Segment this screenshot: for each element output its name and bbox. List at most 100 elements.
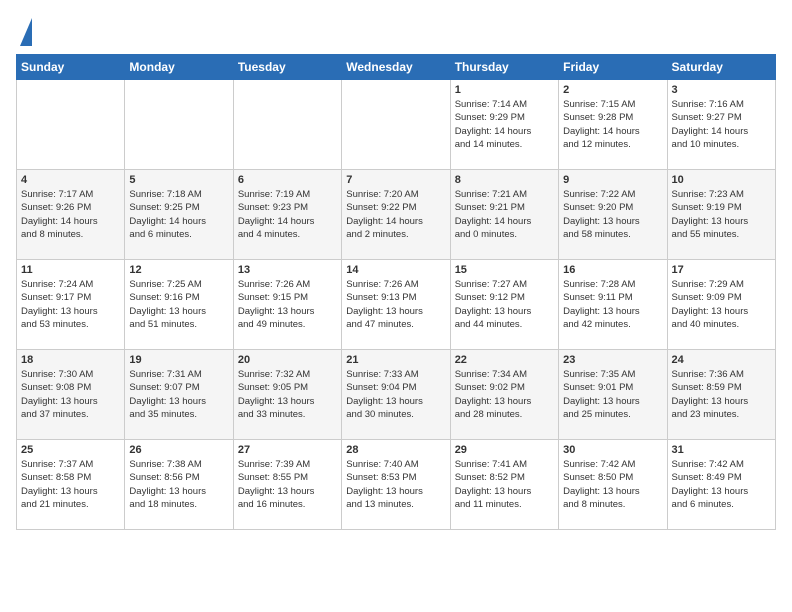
weekday-header-thursday: Thursday xyxy=(450,55,558,80)
calendar-cell: 21Sunrise: 7:33 AM Sunset: 9:04 PM Dayli… xyxy=(342,350,450,440)
calendar-cell: 10 Sunrise: 7:23 AM Sunset: 9:19 PM Dayli… xyxy=(667,170,775,260)
day-info: Sunrise: 7:16 AM Sunset: 9:27 PM Dayligh… xyxy=(672,98,771,151)
day-number: 4 xyxy=(21,174,120,186)
calendar-cell: 2 Sunrise: 7:15 AM Sunset: 9:28 PM Daylig… xyxy=(559,80,667,170)
calendar-cell: 16 Sunrise: 7:28 AM Sunset: 9:11 PM Dayli… xyxy=(559,260,667,350)
day-info: Sunrise: 7:30 AM Sunset: 9:08 PM Dayligh… xyxy=(21,368,120,421)
day-number: 27 xyxy=(238,444,337,456)
day-number: 19 xyxy=(129,354,228,366)
day-number: 29 xyxy=(455,444,554,456)
calendar-week-row: 4 Sunrise: 7:17 AM Sunset: 9:26 PM Daylig… xyxy=(17,170,776,260)
calendar-cell: 5Sunrise: 7:18 AM Sunset: 9:25 PM Daylig… xyxy=(125,170,233,260)
day-info: Sunrise: 7:27 AM Sunset: 9:12 PM Dayligh… xyxy=(455,278,554,331)
calendar-cell: 3Sunrise: 7:16 AM Sunset: 9:27 PM Daylig… xyxy=(667,80,775,170)
day-info: Sunrise: 7:35 AM Sunset: 9:01 PM Dayligh… xyxy=(563,368,662,421)
day-info: Sunrise: 7:15 AM Sunset: 9:28 PM Dayligh… xyxy=(563,98,662,151)
weekday-header-friday: Friday xyxy=(559,55,667,80)
weekday-header-sunday: Sunday xyxy=(17,55,125,80)
calendar-cell: 14 Sunrise: 7:26 AM Sunset: 9:13 PM Dayli… xyxy=(342,260,450,350)
calendar-cell: 26 Sunrise: 7:38 AM Sunset: 8:56 PM Dayli… xyxy=(125,440,233,530)
day-info: Sunrise: 7:38 AM Sunset: 8:56 PM Dayligh… xyxy=(129,458,228,511)
day-number: 7 xyxy=(346,174,445,186)
calendar-cell xyxy=(342,80,450,170)
day-info: Sunrise: 7:17 AM Sunset: 9:26 PM Dayligh… xyxy=(21,188,120,241)
day-info: Sunrise: 7:37 AM Sunset: 8:58 PM Dayligh… xyxy=(21,458,120,511)
calendar-cell: 4 Sunrise: 7:17 AM Sunset: 9:26 PM Daylig… xyxy=(17,170,125,260)
day-info: Sunrise: 7:22 AM Sunset: 9:20 PM Dayligh… xyxy=(563,188,662,241)
day-number: 31 xyxy=(672,444,771,456)
calendar-cell: 17 Sunrise: 7:29 AM Sunset: 9:09 PM Dayli… xyxy=(667,260,775,350)
weekday-header-saturday: Saturday xyxy=(667,55,775,80)
calendar-cell xyxy=(233,80,341,170)
weekday-header-row: SundayMondayTuesdayWednesdayThursdayFrid… xyxy=(17,55,776,80)
day-number: 26 xyxy=(129,444,228,456)
calendar-cell: 20 Sunrise: 7:32 AM Sunset: 9:05 PM Dayli… xyxy=(233,350,341,440)
calendar-cell: 15Sunrise: 7:27 AM Sunset: 9:12 PM Dayli… xyxy=(450,260,558,350)
day-info: Sunrise: 7:40 AM Sunset: 8:53 PM Dayligh… xyxy=(346,458,445,511)
calendar-week-row: 25 Sunrise: 7:37 AM Sunset: 8:58 PM Dayli… xyxy=(17,440,776,530)
calendar-cell: 27 Sunrise: 7:39 AM Sunset: 8:55 PM Dayli… xyxy=(233,440,341,530)
calendar-cell: 9 Sunrise: 7:22 AM Sunset: 9:20 PM Daylig… xyxy=(559,170,667,260)
day-info: Sunrise: 7:39 AM Sunset: 8:55 PM Dayligh… xyxy=(238,458,337,511)
weekday-header-wednesday: Wednesday xyxy=(342,55,450,80)
day-number: 1 xyxy=(455,84,554,96)
calendar-body: 1 Sunrise: 7:14 AM Sunset: 9:29 PM Daylig… xyxy=(17,80,776,530)
day-number: 25 xyxy=(21,444,120,456)
calendar-header: SundayMondayTuesdayWednesdayThursdayFrid… xyxy=(17,55,776,80)
day-number: 20 xyxy=(238,354,337,366)
day-info: Sunrise: 7:36 AM Sunset: 8:59 PM Dayligh… xyxy=(672,368,771,421)
day-info: Sunrise: 7:25 AM Sunset: 9:16 PM Dayligh… xyxy=(129,278,228,331)
day-info: Sunrise: 7:42 AM Sunset: 8:50 PM Dayligh… xyxy=(563,458,662,511)
day-info: Sunrise: 7:42 AM Sunset: 8:49 PM Dayligh… xyxy=(672,458,771,511)
calendar-cell: 13 Sunrise: 7:26 AM Sunset: 9:15 PM Dayli… xyxy=(233,260,341,350)
day-info: Sunrise: 7:28 AM Sunset: 9:11 PM Dayligh… xyxy=(563,278,662,331)
day-number: 23 xyxy=(563,354,662,366)
day-number: 30 xyxy=(563,444,662,456)
calendar-cell: 6Sunrise: 7:19 AM Sunset: 9:23 PM Daylig… xyxy=(233,170,341,260)
calendar-cell: 8 Sunrise: 7:21 AM Sunset: 9:21 PM Daylig… xyxy=(450,170,558,260)
calendar-cell xyxy=(17,80,125,170)
calendar-cell: 22 Sunrise: 7:34 AM Sunset: 9:02 PM Dayli… xyxy=(450,350,558,440)
calendar-cell: 7Sunrise: 7:20 AM Sunset: 9:22 PM Daylig… xyxy=(342,170,450,260)
day-number: 6 xyxy=(238,174,337,186)
calendar-cell: 11Sunrise: 7:24 AM Sunset: 9:17 PM Dayli… xyxy=(17,260,125,350)
calendar-cell: 29 Sunrise: 7:41 AM Sunset: 8:52 PM Dayli… xyxy=(450,440,558,530)
calendar-cell: 18Sunrise: 7:30 AM Sunset: 9:08 PM Dayli… xyxy=(17,350,125,440)
day-number: 12 xyxy=(129,264,228,276)
calendar-cell: 31 Sunrise: 7:42 AM Sunset: 8:49 PM Dayli… xyxy=(667,440,775,530)
calendar-cell xyxy=(125,80,233,170)
day-info: Sunrise: 7:41 AM Sunset: 8:52 PM Dayligh… xyxy=(455,458,554,511)
page-header xyxy=(16,16,776,46)
day-number: 10 xyxy=(672,174,771,186)
calendar-cell: 12 Sunrise: 7:25 AM Sunset: 9:16 PM Dayli… xyxy=(125,260,233,350)
day-info: Sunrise: 7:31 AM Sunset: 9:07 PM Dayligh… xyxy=(129,368,228,421)
logo-triangle-icon xyxy=(20,18,32,46)
day-info: Sunrise: 7:23 AM Sunset: 9:19 PM Dayligh… xyxy=(672,188,771,241)
day-number: 24 xyxy=(672,354,771,366)
day-number: 22 xyxy=(455,354,554,366)
calendar-cell: 1 Sunrise: 7:14 AM Sunset: 9:29 PM Daylig… xyxy=(450,80,558,170)
calendar-table: SundayMondayTuesdayWednesdayThursdayFrid… xyxy=(16,54,776,530)
day-info: Sunrise: 7:34 AM Sunset: 9:02 PM Dayligh… xyxy=(455,368,554,421)
day-number: 21 xyxy=(346,354,445,366)
day-info: Sunrise: 7:21 AM Sunset: 9:21 PM Dayligh… xyxy=(455,188,554,241)
day-number: 14 xyxy=(346,264,445,276)
day-info: Sunrise: 7:32 AM Sunset: 9:05 PM Dayligh… xyxy=(238,368,337,421)
day-info: Sunrise: 7:26 AM Sunset: 9:13 PM Dayligh… xyxy=(346,278,445,331)
day-info: Sunrise: 7:26 AM Sunset: 9:15 PM Dayligh… xyxy=(238,278,337,331)
day-info: Sunrise: 7:29 AM Sunset: 9:09 PM Dayligh… xyxy=(672,278,771,331)
day-info: Sunrise: 7:24 AM Sunset: 9:17 PM Dayligh… xyxy=(21,278,120,331)
calendar-week-row: 11Sunrise: 7:24 AM Sunset: 9:17 PM Dayli… xyxy=(17,260,776,350)
day-info: Sunrise: 7:14 AM Sunset: 9:29 PM Dayligh… xyxy=(455,98,554,151)
calendar-cell: 28Sunrise: 7:40 AM Sunset: 8:53 PM Dayli… xyxy=(342,440,450,530)
calendar-cell: 24 Sunrise: 7:36 AM Sunset: 8:59 PM Dayli… xyxy=(667,350,775,440)
calendar-week-row: 18Sunrise: 7:30 AM Sunset: 9:08 PM Dayli… xyxy=(17,350,776,440)
day-number: 9 xyxy=(563,174,662,186)
day-number: 16 xyxy=(563,264,662,276)
day-number: 8 xyxy=(455,174,554,186)
day-number: 13 xyxy=(238,264,337,276)
calendar-cell: 30 Sunrise: 7:42 AM Sunset: 8:50 PM Dayli… xyxy=(559,440,667,530)
day-number: 17 xyxy=(672,264,771,276)
calendar-week-row: 1 Sunrise: 7:14 AM Sunset: 9:29 PM Daylig… xyxy=(17,80,776,170)
day-number: 2 xyxy=(563,84,662,96)
